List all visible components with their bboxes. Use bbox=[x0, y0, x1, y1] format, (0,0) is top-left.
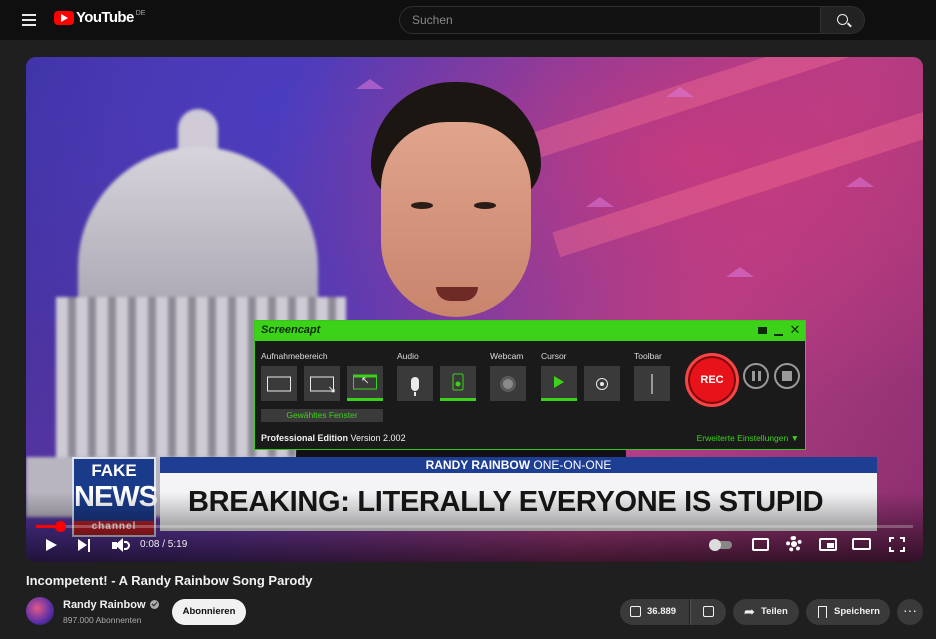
close-icon[interactable]: ✕ bbox=[789, 324, 801, 337]
gear-icon[interactable] bbox=[786, 536, 802, 552]
channel-name[interactable]: Randy Rainbow bbox=[63, 599, 159, 611]
section-label-audio: Audio bbox=[397, 351, 419, 361]
region-select-icon bbox=[310, 376, 336, 395]
restore-icon[interactable] bbox=[757, 324, 769, 337]
click-highlight-icon bbox=[596, 377, 608, 390]
flag-star bbox=[726, 267, 754, 277]
minimize-icon[interactable] bbox=[773, 324, 785, 337]
window-select-icon bbox=[353, 374, 377, 390]
like-count: 36.889 bbox=[647, 606, 677, 617]
theater-mode-icon[interactable] bbox=[852, 538, 871, 550]
selected-window-button[interactable]: Gewähltes Fenster bbox=[261, 409, 383, 422]
speaker-icon bbox=[452, 373, 464, 391]
save-label: Speichern bbox=[834, 606, 880, 617]
thumbs-down-icon bbox=[703, 606, 714, 617]
section-label-cursor: Cursor bbox=[541, 351, 567, 361]
hamburger-menu-icon[interactable] bbox=[18, 11, 40, 29]
next-icon[interactable] bbox=[78, 539, 92, 552]
search-button[interactable] bbox=[821, 6, 865, 34]
region-area-button[interactable] bbox=[304, 366, 340, 401]
advanced-settings-link[interactable]: Erweiterte Einstellungen ▼ bbox=[697, 433, 799, 443]
edition-info: Professional Edition Version 2.002 bbox=[261, 433, 406, 443]
edition-name: Professional Edition bbox=[261, 433, 349, 443]
youtube-play-icon bbox=[54, 10, 74, 25]
microphone-button[interactable] bbox=[397, 366, 433, 401]
subscribe-button[interactable]: Abonnieren bbox=[172, 599, 246, 625]
show-strip: RANDY RAINBOW ONE-ON-ONE bbox=[160, 457, 877, 473]
draw-tool-button[interactable] bbox=[634, 366, 670, 401]
screencapt-title: Screencapt bbox=[261, 324, 321, 336]
share-arrow-icon: ➦ bbox=[744, 604, 755, 619]
miniplayer-icon[interactable] bbox=[819, 538, 837, 551]
save-button[interactable]: Speichern bbox=[806, 599, 890, 625]
channel-name-text: Randy Rainbow bbox=[63, 599, 146, 611]
logo-text: YouTube bbox=[76, 9, 134, 26]
progress-scrubber[interactable] bbox=[54, 521, 66, 532]
search-input[interactable]: Suchen bbox=[399, 6, 821, 34]
fullscreen-area-button[interactable] bbox=[261, 366, 297, 401]
youtube-logo[interactable]: YouTube DE bbox=[54, 9, 145, 26]
show-name: ONE-ON-ONE bbox=[533, 458, 612, 472]
pause-icon[interactable] bbox=[743, 363, 769, 389]
verified-icon bbox=[149, 600, 159, 609]
monitor-icon bbox=[267, 376, 291, 391]
cursor-button[interactable] bbox=[541, 366, 577, 401]
section-label-toolbar: Toolbar bbox=[634, 351, 662, 361]
screencapt-toolbar[interactable]: Screencapt ✕ Aufnahmebereich Audio Webca… bbox=[254, 320, 806, 450]
like-button[interactable]: 36.889 bbox=[620, 599, 689, 625]
click-highlight-button[interactable] bbox=[584, 366, 620, 401]
section-label-area: Aufnahmebereich bbox=[261, 351, 328, 361]
subscriber-count: 897.000 Abonnenten bbox=[63, 615, 142, 625]
more-actions-button[interactable]: ··· bbox=[897, 599, 923, 625]
time-display: 0:08 / 5:19 bbox=[140, 539, 188, 550]
video-player[interactable]: FAKE NEWS channel RANDY RAINBOW ONE-ON-O… bbox=[26, 57, 923, 562]
webcam-icon bbox=[500, 375, 516, 392]
flag-star bbox=[846, 177, 874, 187]
dislike-button[interactable] bbox=[690, 599, 726, 625]
window-area-button[interactable] bbox=[347, 366, 383, 401]
logo-fake: FAKE bbox=[91, 461, 137, 480]
record-button[interactable]: REC bbox=[685, 353, 739, 407]
microphone-icon bbox=[411, 376, 419, 396]
avatar[interactable] bbox=[26, 597, 54, 625]
top-bar: YouTube DE Suchen bbox=[0, 0, 936, 40]
video-title: Incompetent! - A Randy Rainbow Song Paro… bbox=[26, 573, 313, 588]
subtitles-icon[interactable] bbox=[752, 538, 769, 551]
screencapt-titlebar[interactable]: Screencapt ✕ bbox=[255, 321, 805, 341]
system-audio-button[interactable] bbox=[440, 366, 476, 401]
version-text: Version 2.002 bbox=[350, 433, 406, 443]
thumbs-up-icon bbox=[630, 606, 641, 617]
section-label-webcam: Webcam bbox=[490, 351, 524, 361]
fullscreen-icon[interactable] bbox=[889, 537, 905, 552]
pen-icon bbox=[651, 373, 653, 394]
region-code: DE bbox=[135, 10, 146, 17]
cursor-icon bbox=[554, 376, 564, 388]
share-label: Teilen bbox=[761, 606, 788, 617]
bookmark-icon bbox=[818, 606, 827, 618]
webcam-button[interactable] bbox=[490, 366, 526, 401]
autoplay-toggle[interactable] bbox=[709, 539, 732, 551]
progress-bar[interactable] bbox=[36, 521, 913, 532]
volume-icon[interactable] bbox=[112, 538, 130, 553]
play-icon[interactable] bbox=[46, 539, 57, 551]
show-host: RANDY RAINBOW bbox=[425, 458, 531, 472]
stop-icon[interactable] bbox=[774, 363, 800, 389]
share-button[interactable]: ➦ Teilen bbox=[733, 599, 799, 625]
